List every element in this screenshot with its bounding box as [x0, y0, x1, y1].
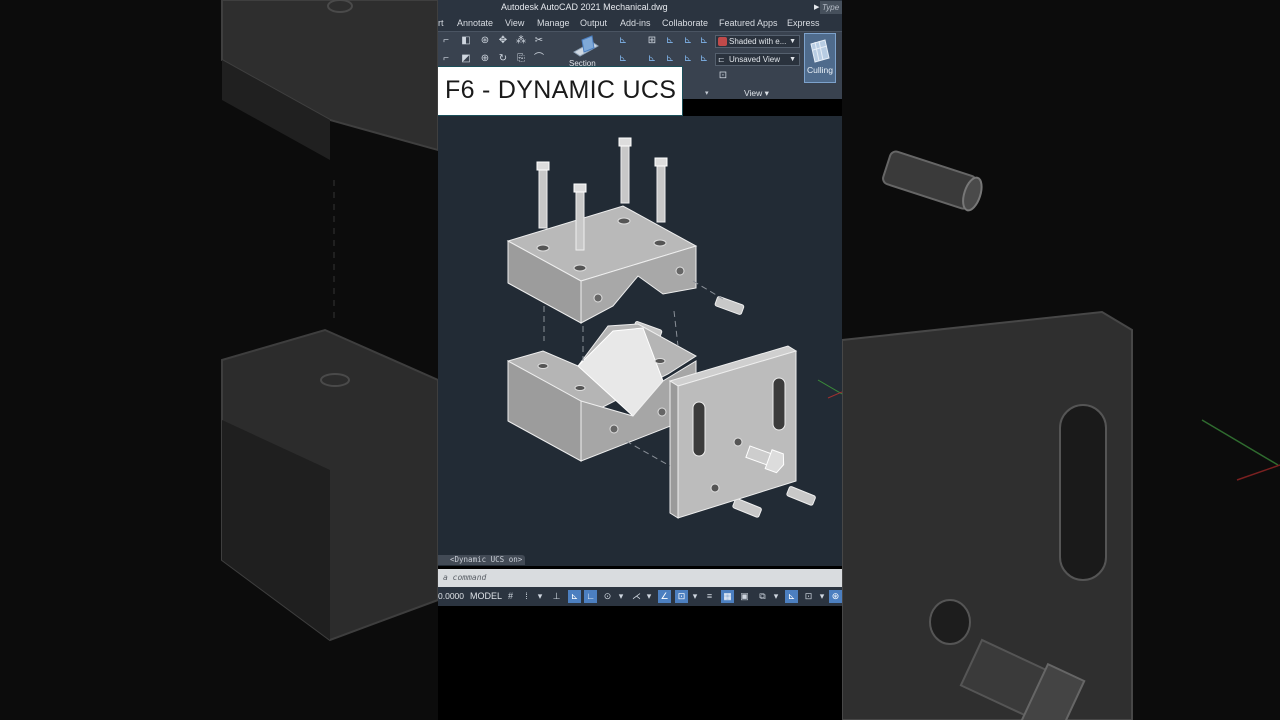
chevron-down-icon: ▼	[789, 38, 796, 45]
command-placeholder: a command	[443, 573, 487, 582]
tab-featured-apps[interactable]: Featured Apps	[719, 15, 778, 31]
named-view-dropdown[interactable]: ⊏ Unsaved View ▼	[715, 53, 800, 66]
panel-expand-icon[interactable]: ▾	[705, 89, 709, 97]
ucs-view-icon[interactable]: ⊾	[664, 53, 676, 65]
viewport-config-icon[interactable]: ⊡	[717, 70, 729, 82]
trim-icon[interactable]: ✂	[533, 35, 545, 47]
fillet-icon[interactable]: ⌐	[440, 53, 452, 65]
background-right-panel	[842, 0, 1280, 720]
dynamic-ucs-icon[interactable]: ⊾	[785, 590, 798, 603]
grid-icon[interactable]: #	[504, 590, 517, 603]
culling-label: Culling	[807, 65, 833, 75]
command-line[interactable]: a command	[438, 569, 842, 587]
lower-v-block	[506, 323, 697, 462]
callout-text: F6 - DYNAMIC UCS	[445, 76, 677, 104]
isodraft-icon[interactable]: ⋌	[630, 590, 643, 603]
ucs-y-icon[interactable]: ⊾	[698, 35, 710, 47]
ucs-world-icon[interactable]: ⊞	[646, 35, 658, 47]
section-plane-icon	[573, 35, 599, 57]
shortcut-callout: F6 - DYNAMIC UCS	[438, 66, 683, 116]
culling-button[interactable]: Culling	[804, 33, 836, 83]
union-icon[interactable]: ⊕	[479, 53, 491, 65]
array-icon[interactable]: ⁂	[515, 35, 527, 47]
selection-filter-icon[interactable]: ⊡	[802, 590, 815, 603]
chevron-down-icon[interactable]: ▾	[617, 590, 625, 603]
upper-block	[506, 205, 698, 324]
view-panel-label[interactable]: View ▾	[744, 88, 769, 99]
mirror-icon[interactable]: ◧	[460, 35, 472, 47]
chevron-right-icon[interactable]: ▶	[814, 0, 819, 15]
ucs-origin-icon[interactable]: ⊾	[664, 35, 676, 47]
dynamic-ucs-status: <Dynamic UCS on>	[438, 555, 526, 565]
visual-style-dropdown[interactable]: Shaded with e... ▼	[715, 35, 800, 48]
extrude-icon[interactable]: ◩	[460, 53, 472, 65]
chevron-down-icon: ▼	[789, 56, 796, 63]
annotation-monitor-icon[interactable]: ⊛	[829, 590, 842, 603]
object-snap-icon[interactable]: ⊡	[675, 590, 688, 603]
object-snap-tracking-icon[interactable]: ∠	[658, 590, 671, 603]
transparency-icon[interactable]: ▦	[721, 590, 734, 603]
infer-constraints-icon[interactable]: ⊥	[550, 590, 563, 603]
ortho-icon[interactable]: ∟	[584, 590, 597, 603]
view-icon: ⊏	[718, 55, 725, 64]
ucs-face-icon[interactable]: ⊾	[617, 53, 629, 65]
search-field[interactable]: Type	[820, 1, 842, 14]
model-space-button[interactable]: MODEL	[470, 587, 502, 606]
tab-insert[interactable]: rt	[438, 15, 444, 31]
edit-tool-icon[interactable]: ⌐	[440, 35, 452, 47]
tab-add-ins[interactable]: Add-ins	[620, 15, 651, 31]
selection-cycling-icon[interactable]: ▣	[738, 590, 751, 603]
snap-icon[interactable]: ⁞	[520, 590, 533, 603]
refresh-icon[interactable]: ↻	[497, 53, 509, 65]
tab-collaborate[interactable]: Collaborate	[662, 15, 708, 31]
culling-icon	[810, 39, 830, 63]
polar-tracking-icon[interactable]: ⊙	[601, 590, 614, 603]
title-bar: Autodesk AutoCAD 2021 Mechanical.dwg ▶ T…	[438, 0, 842, 15]
copy-icon[interactable]: ⎘	[515, 53, 527, 65]
tab-annotate[interactable]: Annotate	[457, 15, 493, 31]
ucs-icon	[817, 379, 842, 399]
chevron-down-icon[interactable]: ▾	[691, 590, 699, 603]
exploded-assembly-drawing	[506, 137, 842, 519]
visual-style-icon	[718, 37, 727, 46]
background-left-panel	[0, 0, 438, 720]
3d-object-snap-icon[interactable]: ⧉	[756, 590, 769, 603]
ucs-3point-icon[interactable]: ⊾	[682, 53, 694, 65]
model-viewport[interactable]	[438, 116, 842, 566]
rotate-3d-icon[interactable]: ⊛	[479, 35, 491, 47]
status-bar: 0.0000 MODEL # ⁞ ▾ ⊥ ⊾ ∟ ⊙ ▾ ⋌ ▾ ∠ ⊡ ▾ ≡…	[438, 587, 842, 606]
tab-output[interactable]: Output	[580, 15, 607, 31]
arc-icon[interactable]: ⌒	[533, 53, 545, 65]
chevron-down-icon[interactable]: ▾	[645, 590, 653, 603]
ucs-icon[interactable]: ⊾	[617, 35, 629, 47]
chevron-down-icon[interactable]: ▾	[536, 590, 544, 603]
ucs-x-icon[interactable]: ⊾	[682, 35, 694, 47]
autocad-window: Autodesk AutoCAD 2021 Mechanical.dwg ▶ T…	[438, 0, 842, 720]
tab-manage[interactable]: Manage	[537, 15, 570, 31]
tab-view[interactable]: View	[505, 15, 524, 31]
dynamic-input-icon[interactable]: ⊾	[568, 590, 581, 603]
ucs-z-icon[interactable]: ⊾	[698, 53, 710, 65]
move-icon[interactable]: ✥	[497, 35, 509, 47]
chevron-down-icon[interactable]: ▾	[772, 590, 780, 603]
lineweight-icon[interactable]: ≡	[703, 590, 716, 603]
coordinates-readout: 0.0000	[438, 591, 464, 601]
visual-style-value: Shaded with e...	[729, 37, 787, 46]
named-view-value: Unsaved View	[729, 55, 780, 64]
chevron-down-icon[interactable]: ▾	[818, 590, 826, 603]
ucs-object-icon[interactable]: ⊾	[646, 53, 658, 65]
window-title: Autodesk AutoCAD 2021 Mechanical.dwg	[501, 2, 668, 12]
ribbon-tabs: rt Annotate View Manage Output Add-ins C…	[438, 15, 842, 44]
